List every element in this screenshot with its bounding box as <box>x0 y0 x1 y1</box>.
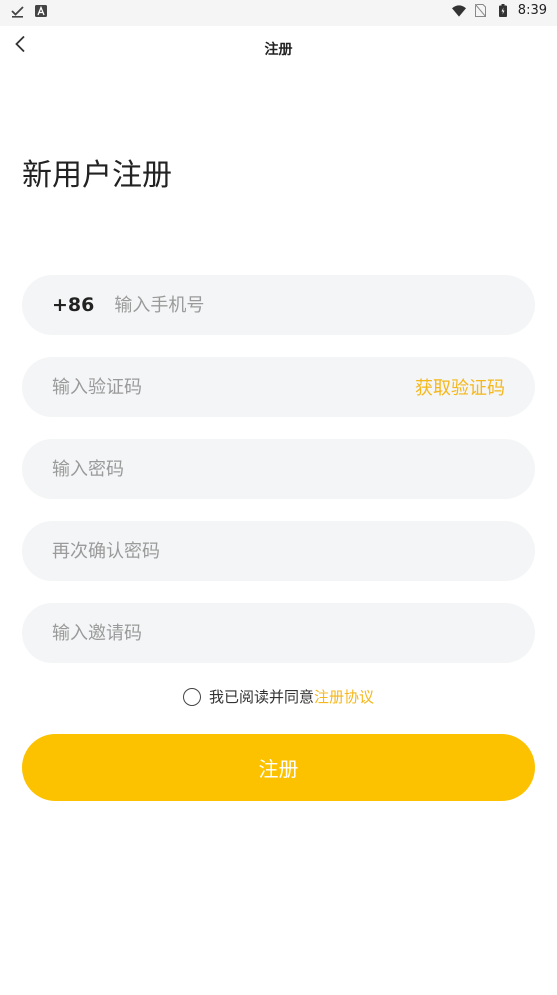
status-right: 8:39 <box>451 3 547 18</box>
no-sim-icon <box>474 4 488 18</box>
confirm-password-field[interactable] <box>22 521 535 581</box>
invite-code-input[interactable] <box>52 622 505 644</box>
phone-input[interactable] <box>114 294 505 316</box>
download-done-icon <box>10 4 24 18</box>
agreement-radio[interactable] <box>182 687 201 706</box>
get-code-button[interactable]: 获取验证码 <box>415 374 505 400</box>
password-input[interactable] <box>52 458 505 480</box>
status-time: 8:39 <box>517 3 547 18</box>
status-left <box>10 4 48 18</box>
font-icon <box>34 4 48 18</box>
status-bar: 8:39 <box>0 0 557 26</box>
agreement-link[interactable]: 注册协议 <box>314 686 374 707</box>
confirm-password-input[interactable] <box>52 540 505 562</box>
phone-field[interactable]: +86 <box>22 275 535 335</box>
password-field[interactable] <box>22 439 535 499</box>
invite-code-field[interactable] <box>22 603 535 663</box>
verification-code-input[interactable] <box>52 376 415 398</box>
battery-icon <box>496 4 510 18</box>
agreement-text: 我已阅读并同意 <box>208 688 314 706</box>
header-title: 注册 <box>264 42 293 58</box>
agreement-row: 我已阅读并同意 注册协议 <box>0 686 557 707</box>
page-title: 新用户注册 <box>22 158 172 193</box>
register-button[interactable]: 注册 <box>22 734 535 801</box>
verification-code-field[interactable]: 获取验证码 <box>22 357 535 417</box>
app-header: 注册 <box>0 26 557 72</box>
country-code[interactable]: +86 <box>52 294 94 316</box>
wifi-icon <box>451 4 466 18</box>
